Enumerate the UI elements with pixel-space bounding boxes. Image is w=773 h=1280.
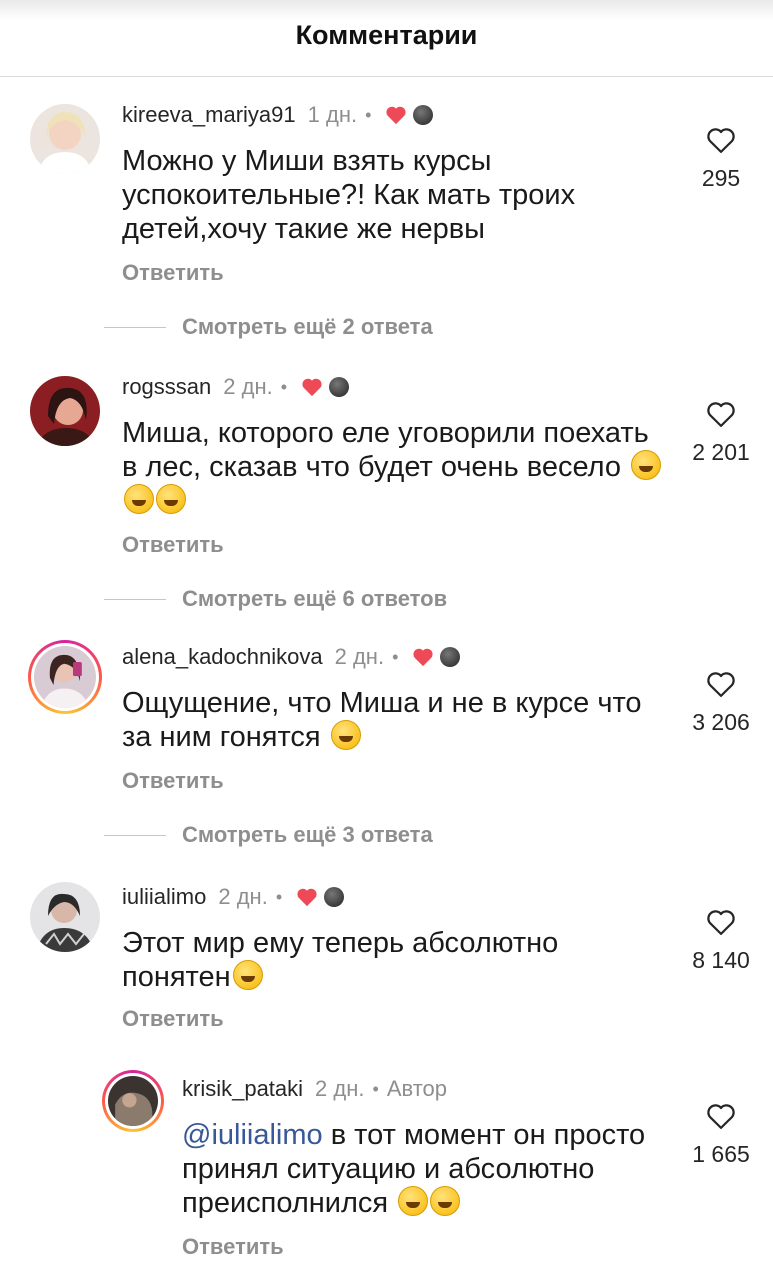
- comment-meta: alena_kadochnikova 2 дн. •: [122, 644, 461, 670]
- comment-meta: rogsssan 2 дн. •: [122, 374, 350, 400]
- comment-time: 2 дн.: [334, 644, 385, 669]
- like-control[interactable]: 8 140: [676, 908, 766, 974]
- view-replies-button[interactable]: Смотреть ещё 6 ответов: [104, 586, 447, 612]
- separator: •: [372, 1078, 379, 1099]
- heart-outline-icon[interactable]: [706, 670, 736, 698]
- comment-text: Можно у Миши взять курсы успокоительные?…: [122, 145, 576, 245]
- heart-filled-icon: [413, 648, 433, 667]
- sheet-grabber-area[interactable]: [0, 0, 773, 20]
- like-control[interactable]: 295: [676, 126, 766, 192]
- avatar-image: [30, 376, 100, 446]
- view-replies-label: Смотреть ещё 2 ответа: [182, 314, 433, 339]
- author-avatar-icon: [440, 647, 461, 667]
- comment-text-body: Ощущение, что Миша и не в курсе что за н…: [122, 687, 642, 753]
- author-avatar-icon: [324, 887, 345, 907]
- view-replies-button[interactable]: Смотреть ещё 3 ответа: [104, 822, 433, 848]
- heart-outline-icon[interactable]: [706, 126, 736, 154]
- emoji-icon: [124, 484, 154, 514]
- view-replies-button[interactable]: Смотреть ещё 2 ответа: [104, 314, 433, 340]
- username[interactable]: kireeva_mariya91: [122, 102, 296, 128]
- emoji-icon: [156, 484, 186, 514]
- avatar[interactable]: [102, 1070, 164, 1132]
- author-avatar-icon: [413, 105, 434, 125]
- comment-time: 2 дн.: [315, 1076, 365, 1101]
- reply-button[interactable]: Ответить: [122, 532, 224, 558]
- divider-line: [104, 598, 166, 600]
- avatar-image: [30, 104, 100, 174]
- emoji-icon: [330, 720, 361, 750]
- reply-button[interactable]: Ответить: [122, 768, 224, 794]
- page-title: Комментарии: [295, 20, 478, 50]
- view-replies-label: Смотреть ещё 3 ответа: [182, 822, 433, 847]
- heart-filled-icon: [297, 888, 317, 907]
- like-count: 295: [701, 165, 741, 191]
- comment-time: 2 дн.: [218, 884, 268, 909]
- emoji-icon: [232, 960, 263, 990]
- comment-text: Ощущение, что Миша и не в курсе что за н…: [122, 686, 667, 754]
- heart-outline-icon[interactable]: [706, 1102, 736, 1130]
- like-count: 1 665: [692, 1141, 750, 1167]
- view-replies-label: Смотреть ещё 6 ответов: [182, 586, 448, 611]
- username[interactable]: iuliialimo: [122, 884, 206, 910]
- avatar[interactable]: [30, 882, 100, 952]
- like-count: 2 201: [692, 439, 750, 465]
- avatar-image: [30, 882, 100, 952]
- author-avatar-icon: [329, 377, 350, 397]
- comment-meta: kireeva_mariya91 1 дн. •: [122, 102, 434, 128]
- comment-text-body: Этот мир ему теперь абсолютно понятен: [122, 927, 559, 993]
- comment-text: Этот мир ему теперь абсолютно понятен: [122, 926, 667, 994]
- separator: •: [392, 646, 399, 667]
- username[interactable]: rogsssan: [122, 374, 211, 400]
- emoji-icon: [430, 1186, 461, 1216]
- comment-time: 1 дн.: [307, 102, 358, 127]
- comment-text: @iuliialimo в тот момент он просто приня…: [182, 1118, 682, 1220]
- avatar-image: [34, 646, 96, 708]
- comment-text: Миша, которого еле уговорили поехать в л…: [122, 416, 667, 518]
- username[interactable]: alena_kadochnikova: [122, 644, 323, 670]
- like-control[interactable]: 2 201: [676, 400, 766, 466]
- avatar-image: [108, 1076, 158, 1126]
- comment-meta: iuliialimo 2 дн. •: [122, 884, 345, 910]
- like-count: 8 140: [692, 947, 750, 973]
- reply-button[interactable]: Ответить: [122, 1006, 224, 1032]
- avatar[interactable]: [28, 640, 102, 714]
- like-control[interactable]: 1 665: [676, 1102, 766, 1168]
- username[interactable]: krisik_pataki: [182, 1076, 303, 1102]
- author-badge: Автор: [386, 1076, 447, 1101]
- avatar[interactable]: [30, 104, 100, 174]
- avatar[interactable]: [30, 376, 100, 446]
- divider-line: [104, 834, 166, 836]
- heart-filled-icon: [386, 106, 406, 125]
- heart-outline-icon[interactable]: [706, 400, 736, 428]
- heart-filled-icon: [302, 378, 322, 397]
- like-count: 3 206: [692, 709, 750, 735]
- emoji-icon: [398, 1186, 429, 1216]
- emoji-icon: [631, 450, 662, 480]
- separator: •: [275, 886, 283, 907]
- heart-outline-icon[interactable]: [706, 908, 736, 936]
- comment-text-body: Миша, которого еле уговорили поехать в л…: [122, 417, 649, 483]
- separator: •: [365, 104, 372, 125]
- avatar-ring: [105, 1073, 161, 1129]
- avatar-ring: [31, 643, 99, 711]
- reply-button[interactable]: Ответить: [182, 1234, 284, 1260]
- comment-meta: krisik_pataki 2 дн. • Автор: [182, 1076, 447, 1102]
- mention-link[interactable]: @iuliialimo: [182, 1119, 323, 1151]
- reply-button[interactable]: Ответить: [122, 260, 224, 286]
- comment-time: 2 дн.: [223, 374, 273, 399]
- divider-line: [104, 326, 166, 328]
- comments-header: Комментарии: [0, 0, 773, 77]
- like-control[interactable]: 3 206: [676, 670, 766, 736]
- separator: •: [280, 376, 288, 397]
